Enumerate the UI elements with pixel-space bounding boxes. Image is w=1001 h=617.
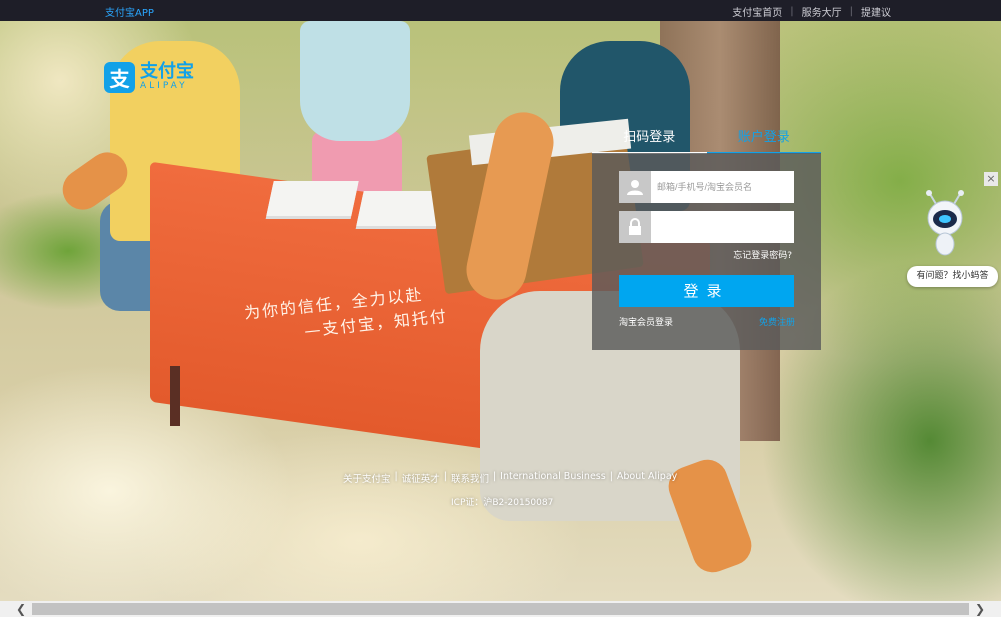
- paper-stack: [356, 191, 444, 226]
- top-nav: 支付宝首页 | 服务大厅 | 提建议: [732, 4, 891, 19]
- username-field: [619, 171, 794, 203]
- assistant-close-button[interactable]: ×: [984, 172, 998, 186]
- scroll-right-icon[interactable]: ❯: [972, 601, 988, 617]
- login-button[interactable]: 登录: [619, 275, 794, 307]
- password-field: [619, 211, 794, 243]
- robot-assistant-icon[interactable]: [922, 190, 968, 260]
- register-link[interactable]: 免费注册: [759, 315, 795, 328]
- scrollbar-thumb[interactable]: [32, 603, 969, 615]
- table-leg: [170, 366, 180, 426]
- footer-link-contact[interactable]: 联系我们: [451, 471, 489, 485]
- footer-separator: |: [394, 471, 398, 482]
- scroll-left-icon[interactable]: ❮: [13, 601, 29, 617]
- login-panel: 忘记登录密码? 登录 淘宝会员登录 免费注册: [592, 153, 821, 350]
- paper-stack: [266, 181, 359, 216]
- footer-link-careers[interactable]: 诚征英才: [402, 471, 440, 485]
- user-icon: [619, 171, 651, 203]
- footer-link-about-alipay[interactable]: About Alipay: [617, 471, 677, 485]
- tab-account-login[interactable]: 账户登录: [706, 128, 821, 154]
- alipay-logo-icon: 支: [104, 62, 135, 93]
- logo-name-en: ALIPAY: [140, 81, 188, 91]
- logo-name-cn: 支付宝: [140, 61, 194, 82]
- footer-separator: |: [492, 471, 497, 482]
- footer-separator: |: [609, 471, 613, 482]
- top-nav-home-link[interactable]: 支付宝首页: [732, 4, 782, 19]
- hero-illustration: 为你的信任，全力以赴 —支付宝，知托付: [0, 21, 1001, 601]
- footer-link-about[interactable]: 关于支付宝: [343, 471, 391, 485]
- footer-link-international[interactable]: International Business: [500, 471, 606, 485]
- alipay-app-link[interactable]: 支付宝APP: [105, 4, 154, 19]
- login-tabs: 扫码登录 账户登录: [592, 128, 821, 154]
- lock-icon: [619, 211, 651, 243]
- assistant-help-bubble[interactable]: 有问题？找小蚂答: [907, 266, 998, 287]
- username-input[interactable]: [651, 171, 794, 203]
- top-nav-feedback-link[interactable]: 提建议: [861, 4, 891, 19]
- taobao-login-link[interactable]: 淘宝会员登录: [619, 315, 673, 328]
- password-input[interactable]: [651, 211, 794, 243]
- top-nav-separator: |: [790, 6, 794, 17]
- tab-qr-login[interactable]: 扫码登录: [592, 128, 707, 154]
- alipay-logo[interactable]: 支 支付宝 ALIPAY: [104, 62, 194, 93]
- alipay-logo-text: 支付宝 ALIPAY: [140, 63, 194, 92]
- top-bar: 支付宝APP 支付宝首页 | 服务大厅 | 提建议: [0, 0, 1001, 21]
- icp-license: ICP证：沪B2-20150087: [451, 498, 554, 508]
- forgot-password-link[interactable]: 忘记登录密码?: [733, 248, 792, 261]
- horizontal-scrollbar[interactable]: ❮ ❯: [0, 601, 1001, 617]
- footer-links: 关于支付宝 | 诚征英才 | 联系我们 | International Busi…: [343, 471, 677, 485]
- footer-separator: |: [443, 471, 447, 482]
- illustration-person-blue: [300, 21, 410, 141]
- top-nav-separator: |: [849, 6, 853, 17]
- top-nav-service-hall-link[interactable]: 服务大厅: [802, 4, 842, 19]
